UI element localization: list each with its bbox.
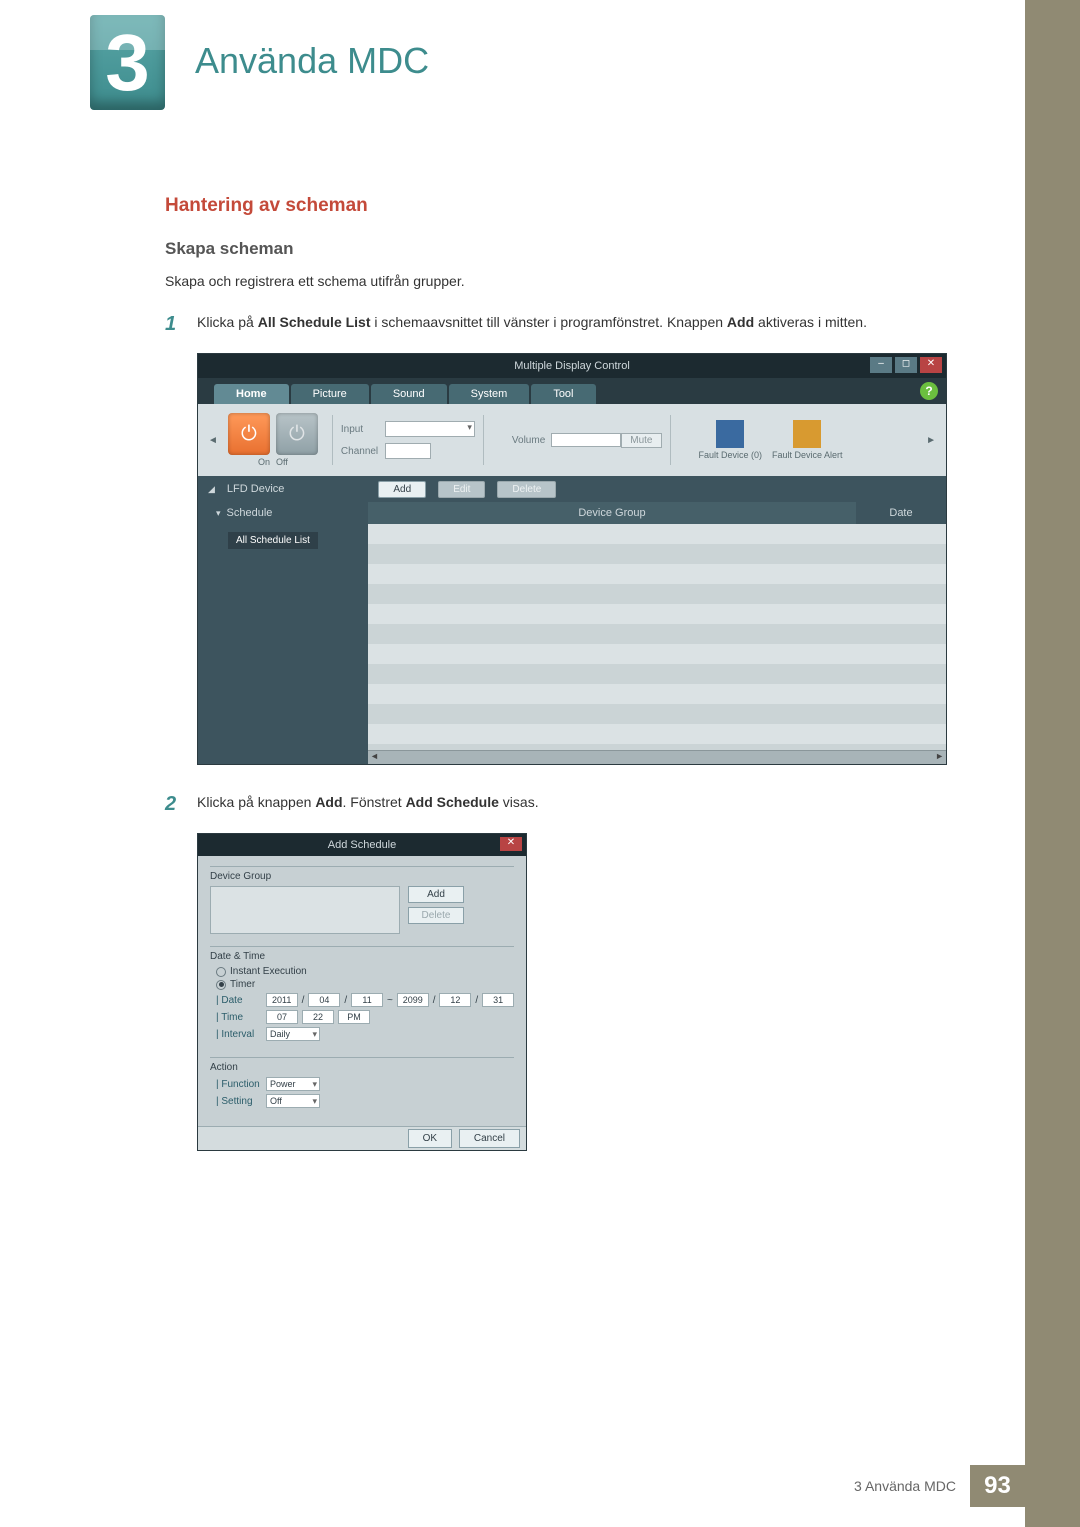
window-titlebar: Multiple Display Control – ◻ ✕ bbox=[198, 354, 946, 378]
chapter-number-badge: 3 bbox=[90, 15, 165, 110]
date-time-heading: Date & Time bbox=[210, 951, 514, 962]
device-group-delete-button[interactable]: Delete bbox=[408, 907, 464, 924]
ribbon-scroll-right-icon[interactable]: ► bbox=[922, 435, 940, 446]
radio-icon bbox=[216, 980, 226, 990]
radio-timer[interactable]: Timer bbox=[216, 979, 514, 990]
channel-label: Channel bbox=[341, 446, 379, 457]
power-on-button[interactable]: ⏻ bbox=[228, 413, 270, 455]
cancel-button[interactable]: Cancel bbox=[459, 1129, 520, 1148]
dialog-close-button[interactable]: ✕ bbox=[500, 837, 522, 851]
device-group-listbox[interactable] bbox=[210, 886, 400, 934]
all-schedule-list-item[interactable]: All Schedule List bbox=[228, 532, 318, 549]
setting-dropdown[interactable]: Off bbox=[266, 1094, 320, 1108]
setting-label: | Setting bbox=[216, 1096, 262, 1107]
section-heading: Hantering av scheman bbox=[165, 195, 985, 217]
column-date: Date bbox=[856, 502, 946, 524]
step-text: Klicka på knappen Add. Fönstret Add Sche… bbox=[197, 793, 985, 815]
ribbon-scroll-left-icon[interactable]: ◄ bbox=[204, 435, 222, 446]
tab-home[interactable]: Home bbox=[214, 384, 289, 404]
radio-instant-execution[interactable]: Instant Execution bbox=[216, 966, 514, 977]
action-heading: Action bbox=[210, 1062, 514, 1073]
intro-paragraph: Skapa och registrera ett schema utifrån … bbox=[165, 273, 985, 289]
input-label: Input bbox=[341, 424, 379, 435]
main-tabs: Home Picture Sound System Tool ? bbox=[198, 378, 946, 404]
volume-slider[interactable] bbox=[551, 433, 621, 447]
schedule-section[interactable]: ▾ Schedule bbox=[198, 502, 368, 524]
radio-icon bbox=[216, 967, 226, 977]
fault-device-icon bbox=[716, 420, 744, 448]
date-year-end[interactable]: 2099 bbox=[397, 993, 429, 1007]
tree-expand-icon: ▾ bbox=[216, 508, 221, 519]
step-number: 2 bbox=[165, 793, 197, 815]
interval-dropdown[interactable]: Daily bbox=[266, 1027, 320, 1041]
tab-tool[interactable]: Tool bbox=[531, 384, 595, 404]
page-edge-strip bbox=[1025, 0, 1080, 1527]
page-footer: 3 Använda MDC 93 bbox=[854, 1465, 1025, 1507]
channel-spinner[interactable] bbox=[385, 443, 431, 459]
footer-label: 3 Använda MDC bbox=[854, 1478, 956, 1494]
device-group-add-button[interactable]: Add bbox=[408, 886, 464, 903]
input-dropdown[interactable] bbox=[385, 421, 475, 437]
fault-device-item[interactable]: Fault Device (0) bbox=[699, 420, 763, 460]
subsection-heading: Skapa scheman bbox=[165, 239, 985, 259]
date-day-start[interactable]: 11 bbox=[351, 993, 383, 1007]
horizontal-scrollbar[interactable] bbox=[368, 750, 946, 764]
tree-collapse-icon[interactable]: ◢ bbox=[208, 484, 215, 495]
fault-alert-item[interactable]: Fault Device Alert bbox=[772, 420, 843, 460]
minimize-button[interactable]: – bbox=[870, 357, 892, 373]
page-number: 93 bbox=[970, 1465, 1025, 1507]
date-month-start[interactable]: 04 bbox=[308, 993, 340, 1007]
chapter-title: Använda MDC bbox=[195, 40, 429, 82]
time-hour[interactable]: 07 bbox=[266, 1010, 298, 1024]
screenshot-add-schedule-dialog: Add Schedule ✕ Device Group Add Delete D… bbox=[197, 833, 527, 1151]
time-label: | Time bbox=[216, 1012, 262, 1023]
step-number: 1 bbox=[165, 313, 197, 335]
dialog-titlebar: Add Schedule ✕ bbox=[198, 834, 526, 856]
tab-picture[interactable]: Picture bbox=[291, 384, 369, 404]
close-button[interactable]: ✕ bbox=[920, 357, 942, 373]
date-year-start[interactable]: 2011 bbox=[266, 993, 298, 1007]
help-icon[interactable]: ? bbox=[920, 382, 938, 400]
time-ampm[interactable]: PM bbox=[338, 1010, 370, 1024]
time-minute[interactable]: 22 bbox=[302, 1010, 334, 1024]
date-day-end[interactable]: 31 bbox=[482, 993, 514, 1007]
ok-button[interactable]: OK bbox=[408, 1129, 452, 1148]
step-1: 1 Klicka på All Schedule List i schemaav… bbox=[165, 313, 985, 335]
schedule-grid bbox=[368, 524, 946, 764]
power-off-label: Off bbox=[276, 457, 288, 467]
interval-label: | Interval bbox=[216, 1029, 262, 1040]
window-title: Multiple Display Control bbox=[514, 360, 630, 372]
mute-button[interactable]: Mute bbox=[621, 433, 661, 448]
power-off-button[interactable]: ⏻ bbox=[276, 413, 318, 455]
step-text: Klicka på All Schedule List i schemaavsn… bbox=[197, 313, 985, 335]
maximize-button[interactable]: ◻ bbox=[895, 357, 917, 373]
dialog-title: Add Schedule bbox=[328, 839, 397, 851]
tab-system[interactable]: System bbox=[449, 384, 530, 404]
volume-label: Volume bbox=[512, 435, 545, 446]
delete-button[interactable]: Delete bbox=[497, 481, 556, 498]
date-label: | Date bbox=[216, 995, 262, 1006]
function-dropdown[interactable]: Power bbox=[266, 1077, 320, 1091]
add-button[interactable]: Add bbox=[378, 481, 426, 498]
edit-button[interactable]: Edit bbox=[438, 481, 485, 498]
fault-alert-icon bbox=[793, 420, 821, 448]
tab-sound[interactable]: Sound bbox=[371, 384, 447, 404]
step-2: 2 Klicka på knappen Add. Fönstret Add Sc… bbox=[165, 793, 985, 815]
function-label: | Function bbox=[216, 1079, 262, 1090]
power-on-label: On bbox=[258, 457, 270, 467]
date-month-end[interactable]: 12 bbox=[439, 993, 471, 1007]
column-device-group: Device Group bbox=[368, 502, 856, 524]
screenshot-mdc-window: Multiple Display Control – ◻ ✕ Home Pict… bbox=[197, 353, 947, 765]
device-group-heading: Device Group bbox=[210, 871, 514, 882]
lfd-device-label: LFD Device bbox=[227, 483, 284, 495]
